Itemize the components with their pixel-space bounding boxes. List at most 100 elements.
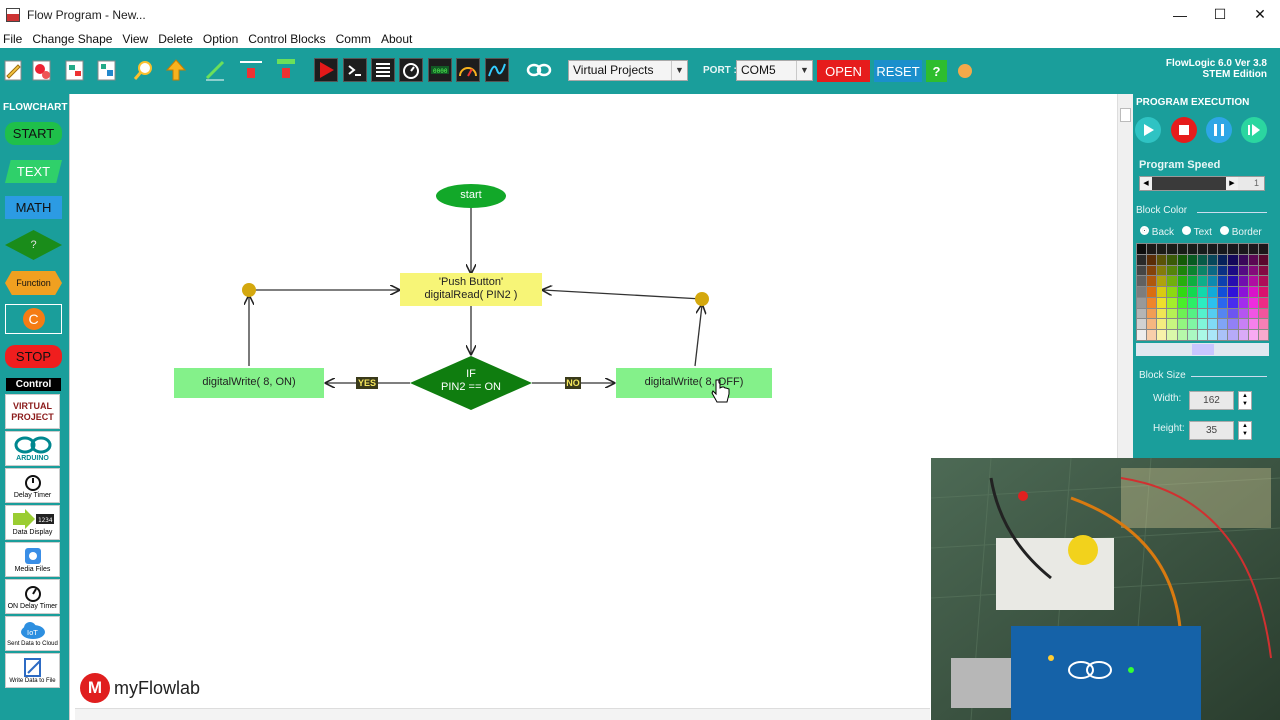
color-swatch[interactable]: [1177, 276, 1187, 287]
color-swatch[interactable]: [1157, 276, 1167, 287]
color-swatch[interactable]: [1258, 308, 1268, 319]
color-swatch[interactable]: [1177, 254, 1187, 265]
pause-button[interactable]: [1206, 117, 1232, 143]
color-swatch[interactable]: [1218, 319, 1228, 330]
color-swatch[interactable]: [1177, 244, 1187, 254]
color-swatch[interactable]: [1218, 287, 1228, 297]
open-port-button[interactable]: OPEN: [817, 60, 870, 82]
shape-text-button[interactable]: TEXT: [5, 160, 62, 183]
color-swatch[interactable]: [1167, 244, 1177, 254]
color-swatch[interactable]: [1187, 244, 1197, 254]
color-swatch[interactable]: [1137, 319, 1147, 330]
color-swatch[interactable]: [1147, 265, 1157, 276]
color-swatch[interactable]: [1157, 297, 1167, 308]
color-swatch[interactable]: [1147, 244, 1157, 254]
color-swatch[interactable]: [1208, 254, 1218, 265]
color-swatch[interactable]: [1167, 287, 1177, 297]
color-swatch[interactable]: [1258, 276, 1268, 287]
menu-view[interactable]: View: [118, 32, 152, 46]
color-swatch[interactable]: [1228, 244, 1238, 254]
color-swatch[interactable]: [1187, 276, 1197, 287]
delay-timer-tile[interactable]: Delay Timer: [5, 468, 60, 503]
color-swatch[interactable]: [1228, 276, 1238, 287]
color-swatch[interactable]: [1137, 287, 1147, 297]
color-swatch[interactable]: [1258, 254, 1268, 265]
color-swatch[interactable]: [1177, 330, 1187, 340]
shape-math-button[interactable]: MATH: [5, 196, 62, 219]
color-swatch[interactable]: [1218, 276, 1228, 287]
color-swatch[interactable]: [1248, 308, 1258, 319]
virtual-projects-select[interactable]: Virtual Projects ▼: [568, 60, 688, 81]
color-swatch[interactable]: [1208, 297, 1218, 308]
shape-start-button[interactable]: START: [5, 122, 62, 145]
color-swatch[interactable]: [1258, 265, 1268, 276]
color-swatch[interactable]: [1228, 254, 1238, 265]
color-swatch[interactable]: [1167, 276, 1177, 287]
color-swatch[interactable]: [1197, 244, 1208, 254]
color-swatch[interactable]: [1208, 319, 1218, 330]
minimize-button[interactable]: —: [1160, 0, 1200, 29]
menu-change-shape[interactable]: Change Shape: [28, 32, 116, 46]
delete-block-icon[interactable]: [273, 57, 299, 83]
color-swatch[interactable]: [1187, 308, 1197, 319]
color-swatch[interactable]: [1258, 330, 1268, 340]
color-swatch[interactable]: [1187, 265, 1197, 276]
up-arrow-icon[interactable]: [163, 57, 189, 83]
slider-right-arrow[interactable]: ▶: [1226, 177, 1238, 190]
close-button[interactable]: ✕: [1240, 0, 1280, 29]
reset-button[interactable]: RESET: [874, 60, 922, 82]
color-swatch[interactable]: [1218, 308, 1228, 319]
canvas-horizontal-scrollbar[interactable]: [75, 708, 930, 720]
color-swatch[interactable]: [1258, 297, 1268, 308]
color-swatch[interactable]: [1177, 297, 1187, 308]
color-swatch[interactable]: [1177, 287, 1187, 297]
color-swatch[interactable]: [1147, 330, 1157, 340]
color-swatch[interactable]: [1228, 330, 1238, 340]
menu-file[interactable]: File: [0, 32, 26, 46]
color-swatch[interactable]: [1157, 308, 1167, 319]
new-file-icon[interactable]: [0, 57, 26, 83]
color-swatch[interactable]: [1177, 308, 1187, 319]
color-swatch[interactable]: [1187, 287, 1197, 297]
color-swatch[interactable]: [1208, 265, 1218, 276]
color-swatch[interactable]: [1167, 308, 1177, 319]
color-swatch[interactable]: [1137, 265, 1147, 276]
color-swatch[interactable]: [1137, 308, 1147, 319]
color-swatch[interactable]: [1147, 254, 1157, 265]
color-swatch[interactable]: [1208, 287, 1218, 297]
color-swatch[interactable]: [1197, 287, 1208, 297]
color-swatch[interactable]: [1238, 319, 1248, 330]
color-swatch[interactable]: [1248, 297, 1258, 308]
color-swatch[interactable]: [1177, 319, 1187, 330]
left-junction-node[interactable]: [242, 283, 256, 297]
color-swatch[interactable]: [1218, 244, 1228, 254]
shape-function-button[interactable]: Function: [5, 271, 62, 295]
color-swatch[interactable]: [1248, 244, 1258, 254]
color-swatch[interactable]: [1167, 330, 1177, 340]
color-swatch[interactable]: [1177, 265, 1187, 276]
help-button[interactable]: ?: [926, 60, 947, 82]
media-files-tile[interactable]: Media Files: [5, 542, 60, 577]
zoom-icon[interactable]: [131, 57, 157, 83]
color-swatch[interactable]: [1197, 297, 1208, 308]
color-swatch[interactable]: [1187, 297, 1197, 308]
color-swatch[interactable]: [1248, 330, 1258, 340]
on-delay-timer-tile[interactable]: ON Delay Timer: [5, 579, 60, 614]
shape-stop-button[interactable]: STOP: [5, 345, 62, 368]
color-swatch[interactable]: [1187, 330, 1197, 340]
color-swatch[interactable]: [1238, 265, 1248, 276]
color-swatch[interactable]: [1258, 287, 1268, 297]
play-button[interactable]: [1135, 117, 1161, 143]
color-swatch[interactable]: [1187, 254, 1197, 265]
color-swatch[interactable]: [1197, 308, 1208, 319]
color-swatch[interactable]: [1208, 308, 1218, 319]
run-icon[interactable]: [314, 58, 338, 82]
save-file-icon[interactable]: [62, 57, 88, 83]
color-swatch[interactable]: [1157, 265, 1167, 276]
arduino-icon[interactable]: [526, 57, 552, 83]
right-junction-node[interactable]: [695, 292, 709, 306]
color-swatch[interactable]: [1167, 297, 1177, 308]
menu-delete[interactable]: Delete: [154, 32, 197, 46]
height-input[interactable]: 35: [1189, 421, 1234, 440]
color-swatch[interactable]: [1147, 319, 1157, 330]
